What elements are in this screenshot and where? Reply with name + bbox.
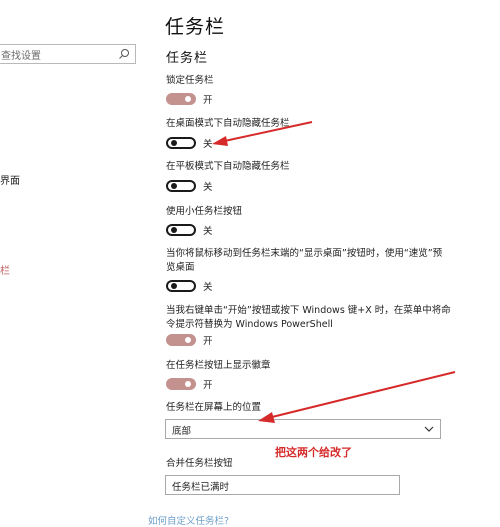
lock-taskbar-label: 锁定任务栏	[166, 75, 214, 86]
powershell-toggle[interactable]	[166, 334, 196, 346]
section-title: 任务栏	[166, 51, 209, 66]
toggle-state: 开	[203, 380, 213, 391]
position-value: 底部	[172, 426, 192, 437]
toggle-state: 开	[203, 336, 213, 347]
search-input[interactable]: 查找设置	[0, 44, 136, 64]
position-label: 任务栏在屏幕上的位置	[166, 402, 262, 413]
help-link[interactable]: 如何自定义任务栏?	[148, 513, 229, 527]
combine-label: 合并任务栏按钮	[166, 458, 233, 469]
combine-value: 任务栏已满时	[172, 482, 230, 493]
toggle-state: 关	[203, 139, 213, 150]
sidebar-item-fragment[interactable]: 界面	[0, 172, 20, 187]
annotation-arrows	[212, 121, 456, 423]
page-title: 任务栏	[165, 16, 226, 38]
annotation-text: 把这两个给改了	[275, 446, 352, 459]
toggle-knob	[185, 337, 191, 343]
small-buttons-toggle[interactable]	[166, 224, 196, 236]
small-buttons-label: 使用小任务栏按钮	[166, 206, 243, 217]
powershell-label-line1: 当我右键单击“开始”按钮或按下 Windows 键+X 时，在菜单中将命	[166, 305, 451, 316]
autohide-desktop-toggle[interactable]	[166, 137, 196, 149]
toggle-state: 关	[203, 226, 213, 237]
toggle-state: 开	[203, 95, 213, 106]
autohide-tablet-label: 在平板模式下自动隐藏任务栏	[166, 161, 290, 172]
badges-toggle[interactable]	[166, 378, 196, 390]
toggle-state: 关	[203, 182, 213, 193]
powershell-label-line2: 令提示符替换为 Windows PowerShell	[166, 319, 333, 330]
search-icon	[119, 49, 129, 59]
toggle-knob	[171, 140, 177, 146]
peek-label-line1: 当你将鼠标移动到任务栏末端的“显示桌面”按钮时，使用“速览”预	[166, 248, 443, 259]
sidebar-item-taskbar-fragment[interactable]: 栏	[0, 262, 10, 277]
autohide-tablet-toggle[interactable]	[166, 180, 196, 192]
autohide-desktop-label: 在桌面模式下自动隐藏任务栏	[166, 118, 290, 129]
combine-dropdown[interactable]: 任务栏已满时	[165, 475, 400, 495]
chevron-down-icon	[424, 426, 434, 432]
arrow-2	[258, 371, 456, 423]
toggle-knob	[171, 227, 177, 233]
peek-toggle[interactable]	[166, 280, 196, 292]
toggle-knob	[171, 283, 177, 289]
search-placeholder: 查找设置	[1, 51, 41, 62]
toggle-knob	[185, 381, 191, 387]
position-dropdown[interactable]: 底部	[165, 419, 441, 439]
toggle-state: 关	[203, 282, 213, 293]
toggle-knob	[185, 96, 191, 102]
toggle-knob	[171, 183, 177, 189]
peek-label-line2: 览桌面	[166, 262, 195, 273]
lock-taskbar-toggle[interactable]	[166, 93, 196, 105]
badges-label: 在任务栏按钮上显示徽章	[166, 360, 271, 371]
